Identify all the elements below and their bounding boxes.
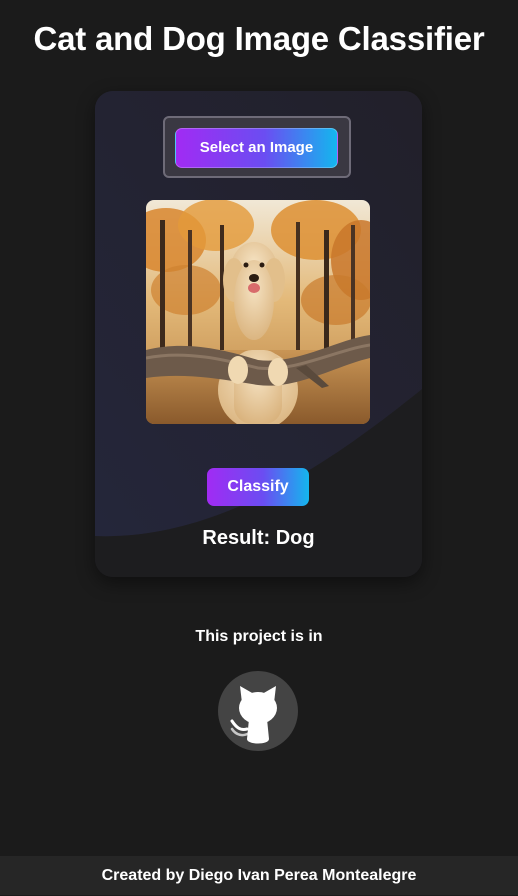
dog-photo bbox=[146, 200, 370, 424]
page-title: Cat and Dog Image Classifier bbox=[33, 20, 485, 57]
classify-button[interactable]: Classify bbox=[207, 468, 309, 506]
classifier-card: Select an Image Classify Result: Dog bbox=[95, 91, 422, 577]
file-upload-area[interactable]: Select an Image bbox=[163, 116, 351, 178]
project-text: This project is in bbox=[195, 628, 323, 645]
result-text: Result: Dog bbox=[202, 527, 315, 549]
github-link[interactable] bbox=[218, 671, 298, 751]
image-preview bbox=[146, 200, 370, 424]
select-image-button[interactable]: Select an Image bbox=[175, 128, 338, 168]
github-icon bbox=[230, 686, 277, 744]
footer-credit: Created by Diego Ivan Perea Montealegre bbox=[0, 856, 518, 895]
